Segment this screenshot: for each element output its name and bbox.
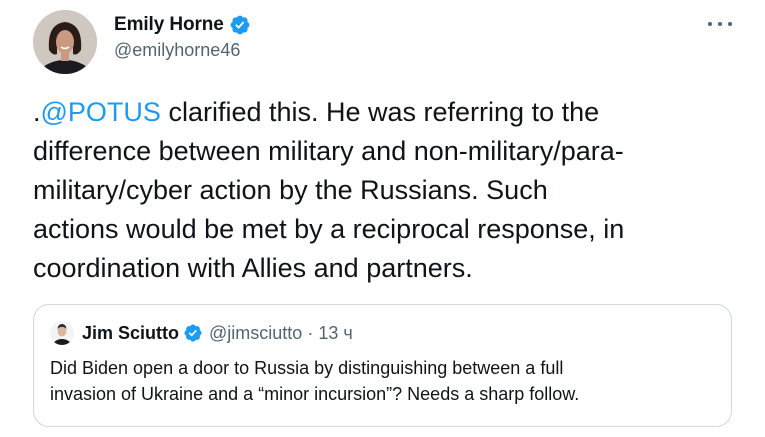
- tweet-text: .@POTUS clarified this. He was referring…: [33, 93, 733, 288]
- quoted-author-handle: @jimsciutto: [209, 322, 303, 343]
- author-handle[interactable]: @emilyhorne46: [114, 40, 251, 61]
- more-dot: [718, 22, 722, 26]
- tweet: Emily Horne @emilyhorne46 .@POTUS clarif…: [0, 0, 765, 437]
- tweet-text-line: clarified this. He was referring to the: [160, 97, 600, 127]
- quoted-text-line: Did Biden open a door to Russia by disti…: [50, 358, 564, 378]
- tweet-text-line: military/cyber action by the Russians. S…: [33, 175, 548, 205]
- quoted-author-name: Jim Sciutto: [82, 322, 180, 343]
- author-info: Emily Horne @emilyhorne46: [114, 12, 251, 61]
- separator-dot: ·: [307, 322, 314, 343]
- more-dot: [708, 22, 712, 26]
- mention-link[interactable]: @POTUS: [41, 97, 161, 127]
- more-options-icon[interactable]: [708, 14, 732, 34]
- tweet-text-line: difference between military and non-mili…: [33, 136, 624, 166]
- display-name-row: Emily Horne: [114, 12, 251, 38]
- quoted-tweet-text: Did Biden open a door to Russia by disti…: [50, 355, 715, 407]
- verified-badge-icon: [183, 323, 203, 343]
- quoted-tweet-header: Jim Sciutto @jimsciutto · 13 ч: [50, 320, 353, 346]
- quoted-tweet-timestamp[interactable]: 13 ч: [318, 323, 352, 344]
- author-avatar[interactable]: [33, 10, 97, 74]
- quoted-author-avatar: [50, 321, 74, 345]
- tweet-text-line: coordination with Allies and partners.: [33, 253, 473, 283]
- tweet-prefix: .: [33, 97, 41, 127]
- quoted-text-line: invasion of Ukraine and a “minor incursi…: [50, 384, 580, 404]
- more-dot: [728, 22, 732, 26]
- verified-badge-icon: [229, 14, 251, 36]
- author-display-name[interactable]: Emily Horne: [114, 14, 224, 36]
- quoted-tweet-card[interactable]: Jim Sciutto @jimsciutto · 13 ч Did Biden…: [33, 304, 732, 427]
- tweet-text-line: actions would be met by a reciprocal res…: [33, 214, 625, 244]
